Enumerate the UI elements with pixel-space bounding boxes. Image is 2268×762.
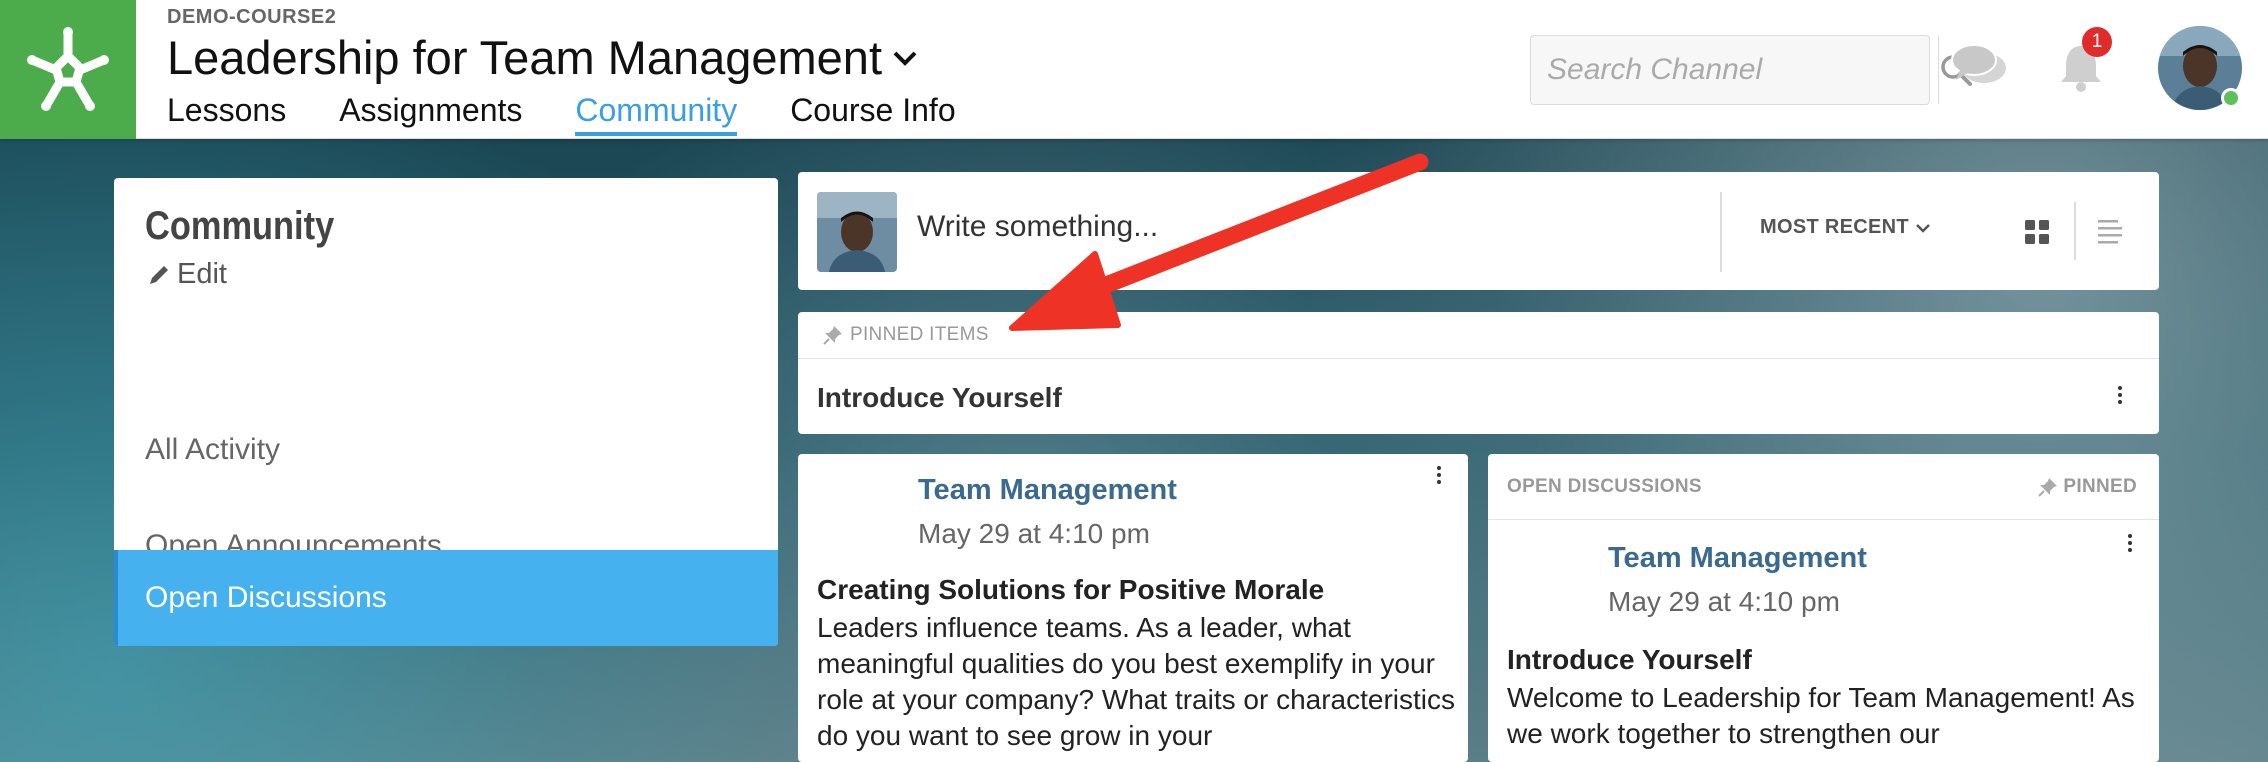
- pin-icon: [823, 326, 842, 345]
- post-category: OPEN DISCUSSIONS: [1507, 476, 1702, 497]
- more-options-icon[interactable]: [1437, 464, 1441, 485]
- pinned-items-label: PINNED ITEMS: [850, 324, 989, 345]
- post-author[interactable]: Team Management: [1608, 542, 1867, 575]
- post-body: Leaders influence teams. As a leader, wh…: [817, 612, 1456, 751]
- composer-avatar: [817, 192, 897, 272]
- edit-label: Edit: [177, 258, 227, 290]
- online-status-indicator: [2221, 88, 2241, 108]
- pinned-items-panel: PINNED ITEMS Introduce Yourself: [798, 312, 2159, 434]
- chat-icon[interactable]: [1950, 42, 2010, 97]
- grid-view-icon[interactable]: [2024, 219, 2050, 245]
- chevron-down-icon: [892, 49, 918, 67]
- app-logo[interactable]: [0, 0, 136, 139]
- community-sidebar: Community Edit All Activity Open Announc…: [114, 178, 778, 646]
- pinned-tag-label: PINNED: [2063, 476, 2137, 497]
- post-title[interactable]: Creating Solutions for Positive Morale: [817, 574, 1324, 606]
- channel-search: [1530, 35, 1973, 105]
- tab-assignments[interactable]: Assignments: [339, 88, 522, 136]
- composer-divider: [1720, 192, 1722, 272]
- sidebar-title: Community: [145, 204, 335, 248]
- top-header: DEMO-COURSE2 Leadership for Team Managem…: [0, 0, 2268, 139]
- sort-label: MOST RECENT: [1760, 216, 1909, 238]
- pinned-tag: PINNED: [2037, 476, 2137, 498]
- post-date: May 29 at 4:10 pm: [1608, 586, 1840, 617]
- post-date: May 29 at 4:10 pm: [918, 518, 1150, 549]
- tab-community[interactable]: Community: [575, 88, 738, 136]
- pinned-item-title[interactable]: Introduce Yourself: [817, 382, 1062, 414]
- tab-course-info[interactable]: Course Info: [790, 88, 955, 136]
- pinned-items-header: PINNED ITEMS: [798, 312, 2159, 359]
- list-view-icon[interactable]: [2096, 217, 2124, 250]
- sort-dropdown[interactable]: MOST RECENT: [1760, 216, 1931, 239]
- edit-button[interactable]: Edit: [147, 258, 227, 291]
- post-body: Welcome to Leadership for Team Managemen…: [1507, 682, 2135, 749]
- pin-icon: [2038, 478, 2058, 497]
- chevron-down-icon: [1915, 223, 1930, 233]
- sidebar-item-open-discussions[interactable]: Open Discussions: [114, 550, 778, 646]
- post-author[interactable]: Team Management: [918, 474, 1177, 507]
- post-composer: Write something... MOST RECENT: [798, 172, 2159, 290]
- post-card[interactable]: Team Management May 29 at 4:10 pm Creati…: [798, 454, 1468, 762]
- search-input[interactable]: [1531, 36, 1938, 104]
- course-nav: Lessons Assignments Community Course Inf…: [167, 88, 1009, 136]
- view-toggle-divider: [2074, 202, 2076, 260]
- write-something-input[interactable]: Write something...: [917, 210, 1158, 244]
- post-title[interactable]: Introduce Yourself: [1507, 644, 1752, 676]
- course-code: DEMO-COURSE2: [167, 6, 337, 28]
- notification-badge: 1: [2082, 27, 2112, 57]
- course-title-dropdown[interactable]: Leadership for Team Management: [167, 30, 918, 85]
- pencil-icon: [150, 265, 168, 284]
- tab-lessons[interactable]: Lessons: [167, 88, 286, 136]
- logo-star-icon: [27, 26, 109, 111]
- sidebar-item-all-activity[interactable]: All Activity: [114, 402, 778, 498]
- more-options-icon[interactable]: [2128, 532, 2132, 553]
- more-options-icon[interactable]: [2118, 384, 2122, 405]
- post-card[interactable]: OPEN DISCUSSIONS PINNED Team Management …: [1488, 454, 2159, 762]
- course-title-text: Leadership for Team Management: [167, 31, 883, 84]
- post-category-bar: OPEN DISCUSSIONS PINNED: [1488, 454, 2159, 520]
